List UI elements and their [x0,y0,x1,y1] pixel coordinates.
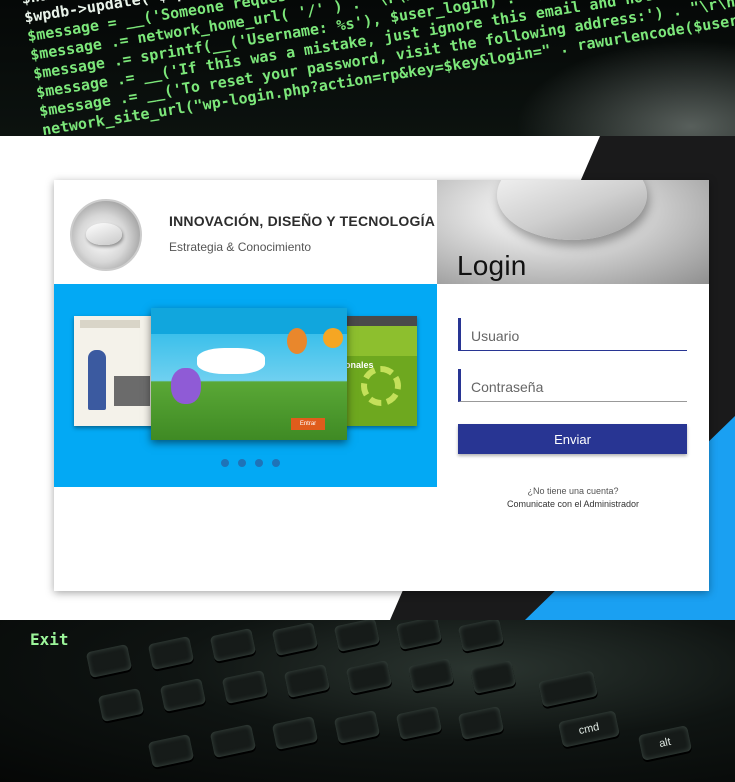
keyboard-key [85,643,133,679]
keyboard-key [221,669,269,705]
login-card: INNOVACIÓN, DISEÑO Y TECNOLOGÍA Estrateg… [54,180,709,591]
keyboard-key [457,705,505,741]
image-carousel[interactable]: onales Entrar [54,284,437,487]
keyboard-key [271,715,319,751]
username-input[interactable] [469,324,683,348]
sun-icon [323,328,343,348]
carousel-slide-next[interactable]: onales [339,316,417,426]
keyboard-key [97,687,145,723]
slide-header [339,316,417,326]
carousel-dot[interactable] [238,459,246,467]
slide-enter-button[interactable]: Entrar [291,418,325,430]
submit-button[interactable]: Enviar [458,424,687,454]
monster-character [171,368,201,404]
keyboard-key [147,635,195,671]
keyboard-key [209,723,257,759]
carousel-dot[interactable] [272,459,280,467]
keyboard-key [333,709,381,745]
mouse-icon [497,180,647,240]
code-background: $hashed = $wp_hasher->HashPassword( $key… [0,0,735,136]
username-field [458,318,687,351]
keyboard-key [407,657,455,693]
balloon-icon [287,328,307,354]
keyboard-key [345,659,393,695]
keyboard-key [159,677,207,713]
password-field [458,369,687,402]
gear-icon [361,366,401,406]
brand-title: INNOVACIÓN, DISEÑO Y TECNOLOGÍA [169,213,436,229]
carousel-dot[interactable] [255,459,263,467]
account-note: ¿No tiene una cuenta? Comunicate con el … [437,485,709,511]
keyboard-key [395,705,443,741]
character-figure [88,350,106,410]
exit-text: Exit [30,630,69,649]
brand-header: INNOVACIÓN, DISEÑO Y TECNOLOGÍA Estrateg… [54,180,437,284]
keyboard-key [469,659,517,695]
keyboard-key [271,621,319,657]
carousel-dots [221,454,289,467]
carousel-dot[interactable] [221,459,229,467]
keyboard-key [457,620,505,653]
keyboard-key [333,620,381,653]
keyboard-key-cmd: cmd [557,710,621,748]
carousel-slide-active[interactable]: Entrar [151,308,347,440]
slide-header [151,308,347,334]
keyboard-background: cmd alt [0,620,735,782]
info-panel: INNOVACIÓN, DISEÑO Y TECNOLOGÍA Estrateg… [54,180,437,591]
screen-glow [515,40,735,136]
exit-label: Exit [0,620,69,660]
slide-header [80,320,140,328]
keyboard-key [395,620,443,651]
slide-seats [114,376,150,406]
brand-logo [70,199,142,271]
mouse-icon [86,223,122,245]
contact-admin-text: Comunicate con el Administrador [506,499,640,509]
keyboard-key [283,663,331,699]
keyboard-key-alt: alt [637,725,693,761]
account-question: ¿No tiene una cuenta? [527,486,619,496]
speech-bubble [197,348,265,374]
keyboard-keys: cmd alt [0,620,735,782]
login-title: Login [457,250,527,281]
keyboard-key [147,733,195,769]
login-hero-image: Login [437,180,709,284]
keyboard-key [537,670,599,708]
carousel-slide-prev[interactable] [74,316,154,426]
password-input[interactable] [469,375,683,399]
keyboard-key [209,627,257,663]
brand-subtitle: Estrategia & Conocimiento [169,240,312,254]
login-panel: Login Enviar ¿No tiene una cuenta? Comun… [437,180,709,591]
